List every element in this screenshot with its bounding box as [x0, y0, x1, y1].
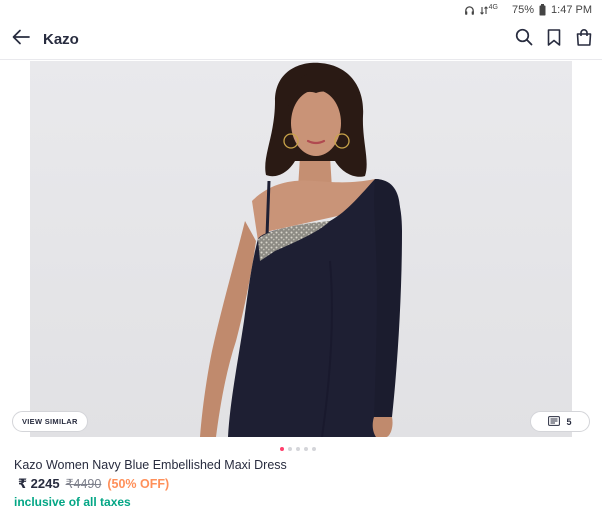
- product-title: Kazo Women Navy Blue Embellished Maxi Dr…: [14, 458, 287, 472]
- headphones-icon: [464, 5, 475, 16]
- back-button[interactable]: [3, 22, 39, 58]
- mrp-price: ₹4490: [65, 477, 102, 491]
- network-type: 4G: [488, 3, 498, 11]
- app-bar: Kazo: [0, 20, 602, 60]
- search-button[interactable]: [512, 28, 536, 52]
- page-title: Kazo: [43, 31, 79, 48]
- search-icon: [515, 28, 533, 51]
- bookmark-icon: [547, 28, 561, 51]
- carousel-indicator: [280, 447, 316, 451]
- image-count: 5: [566, 416, 572, 427]
- carousel-dot[interactable]: [304, 447, 308, 451]
- product-image-gallery[interactable]: [30, 61, 572, 437]
- clock: 1:47 PM: [551, 4, 592, 16]
- back-arrow-icon: [12, 29, 30, 50]
- gallery-icon: [548, 415, 561, 428]
- carousel-dot[interactable]: [296, 447, 300, 451]
- product-image: [30, 61, 572, 437]
- tax-note: inclusive of all taxes: [14, 495, 131, 509]
- wishlist-button[interactable]: [542, 28, 566, 52]
- shopping-bag-icon: [576, 28, 592, 51]
- carousel-dot[interactable]: [312, 447, 316, 451]
- app-actions: [512, 28, 596, 52]
- selling-price: ₹ 2245: [18, 476, 60, 491]
- carousel-dot[interactable]: [288, 447, 292, 451]
- status-bar: 4G 75% 1:47 PM: [0, 0, 602, 20]
- image-count-button[interactable]: 5: [530, 411, 590, 432]
- view-similar-button[interactable]: VIEW SIMILAR: [12, 411, 88, 432]
- discount-label: (50% OFF): [107, 477, 170, 491]
- cart-button[interactable]: [572, 28, 596, 52]
- battery-percent: 75%: [512, 4, 535, 16]
- price-row: ₹ 2245 ₹4490 (50% OFF): [18, 476, 169, 492]
- battery-icon: [539, 4, 546, 16]
- carousel-dot[interactable]: [280, 447, 284, 451]
- signal-icon: [479, 5, 488, 16]
